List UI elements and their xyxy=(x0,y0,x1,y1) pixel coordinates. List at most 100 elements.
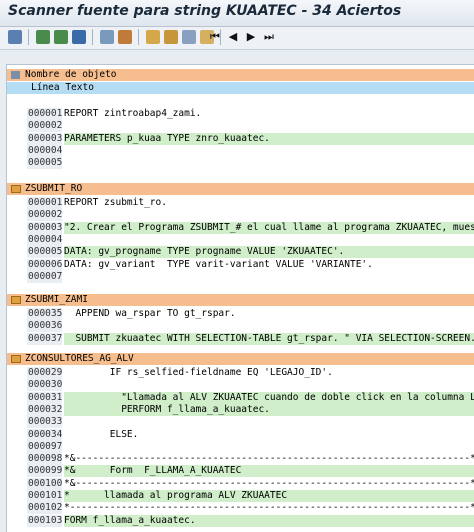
find-icon[interactable] xyxy=(100,30,114,44)
source-line[interactable]: 000002 xyxy=(27,120,474,133)
line-text: PARAMETERS p_kuaa TYPE znro_kuaatec. xyxy=(64,132,474,145)
source-line[interactable]: 000006 DATA: gv_variant TYPE varit-varian… xyxy=(27,258,474,271)
line-text xyxy=(64,144,474,157)
last-page-icon[interactable]: ⏭ xyxy=(262,30,276,44)
line-number: 000037 xyxy=(27,332,63,345)
line-number: 000099 xyxy=(27,465,63,478)
line-text: *& Form F_LLAMA_A_KUAATEC xyxy=(64,465,474,478)
line-text xyxy=(64,233,474,246)
source-line[interactable]: 000001 REPORT zsubmit_ro. xyxy=(27,197,474,209)
line-number: 000005 xyxy=(27,246,63,259)
choose-icon[interactable] xyxy=(8,30,22,44)
source-line[interactable]: 000007 xyxy=(27,270,474,283)
source-line[interactable]: 000002 xyxy=(27,209,474,222)
line-number: 000103 xyxy=(27,514,63,527)
source-line[interactable]: 000005 xyxy=(27,157,474,170)
line-text: ELSE. xyxy=(64,428,474,441)
line-number: 000004 xyxy=(27,144,63,157)
source-line[interactable]: 000100 *&--------------------------------… xyxy=(27,477,474,490)
previous-page-icon[interactable]: ◀ xyxy=(226,30,240,44)
line-text: *---------------------------------------… xyxy=(64,502,474,515)
select-all-icon[interactable] xyxy=(182,30,196,44)
first-page-icon[interactable]: ⏮ xyxy=(208,30,222,44)
program-name: ZSUBMI_ZAMI xyxy=(25,294,88,305)
folder-icon xyxy=(11,296,21,304)
line-text: *&--------------------------------------… xyxy=(64,477,474,490)
source-line[interactable]: 000004 xyxy=(27,233,474,246)
source-line[interactable]: 000102 *---------------------------------… xyxy=(27,502,474,515)
source-line[interactable]: 000003 "2. Crear el Programa ZSUBMIT_# el… xyxy=(27,221,474,234)
line-text xyxy=(64,416,474,429)
line-number: 000002 xyxy=(27,120,63,133)
program-header[interactable]: ZSUBMI_ZAMI xyxy=(7,294,474,306)
line-number: 000033 xyxy=(27,416,63,429)
source-line[interactable]: 000097 xyxy=(27,440,474,453)
line-text xyxy=(64,440,474,453)
source-line[interactable]: 000004 xyxy=(27,144,474,157)
line-text: "Llamada al ALV ZKUAATEC cuando de doble… xyxy=(64,391,474,404)
object-name-label: Nombre de objeto xyxy=(25,69,117,80)
line-number: 000006 xyxy=(27,258,63,271)
source-line[interactable]: 000098 *&--------------------------------… xyxy=(27,453,474,466)
program-header[interactable]: ZCONSULTORES_AG_ALV xyxy=(7,353,474,365)
line-number: 000004 xyxy=(27,233,63,246)
line-number: 000097 xyxy=(27,440,63,453)
expand-all-icon[interactable] xyxy=(11,71,20,79)
line-text: APPEND wa_rspar TO gt_rspar. xyxy=(64,308,474,320)
scanner-result-list: Nombre de objeto Línea Texto 000001 REPOR… xyxy=(6,64,474,532)
folder-icon xyxy=(11,185,21,193)
source-line[interactable]: 000035 APPEND wa_rspar TO gt_rspar. xyxy=(27,308,474,320)
line-number: 000100 xyxy=(27,477,63,490)
print-icon[interactable] xyxy=(118,30,132,44)
line-number: 000034 xyxy=(27,428,63,441)
sort-ascending-icon[interactable] xyxy=(36,30,50,44)
line-text: DATA: gv_variant TYPE varit-variant VALU… xyxy=(64,258,474,271)
line-text: REPORT zintroabap4_zami. xyxy=(64,108,474,120)
line-number: 000003 xyxy=(27,221,63,234)
source-line[interactable]: 000037 SUBMIT zkuaatec WITH SELECTION-TA… xyxy=(27,332,474,345)
source-line[interactable]: 000030 xyxy=(27,379,474,392)
source-line[interactable]: 000036 xyxy=(27,320,474,333)
sort-descending-icon[interactable] xyxy=(54,30,68,44)
line-number: 000030 xyxy=(27,379,63,392)
line-text: SUBMIT zkuaatec WITH SELECTION-TABLE gt_… xyxy=(64,332,474,345)
program-header[interactable]: ZSUBMIT_RO xyxy=(7,183,474,195)
export-icon[interactable] xyxy=(164,30,178,44)
line-text: FORM f_llama_a_kuaatec. xyxy=(64,514,474,527)
toolbar-separator xyxy=(92,29,93,45)
source-line[interactable]: 000001 REPORT zintroabap4_zami. xyxy=(27,108,474,120)
line-text: DATA: gv_progname TYPE progname VALUE 'Z… xyxy=(64,246,474,259)
next-page-icon[interactable]: ▶ xyxy=(244,30,258,44)
line-text: "2. Crear el Programa ZSUBMIT_# el cual … xyxy=(64,221,474,234)
source-line[interactable]: 000005 DATA: gv_progname TYPE progname VA… xyxy=(27,246,474,259)
line-number: 000001 xyxy=(27,197,63,209)
line-number: 000102 xyxy=(27,502,63,515)
line-number: 000035 xyxy=(27,308,63,320)
source-line[interactable]: 000031 "Llamada al ALV ZKUAATEC cuando d… xyxy=(27,391,474,404)
line-text-header: Línea Texto xyxy=(7,82,474,94)
line-number: 000001 xyxy=(27,108,63,120)
filter-icon[interactable] xyxy=(72,30,86,44)
line-number: 000031 xyxy=(27,391,63,404)
toolbar-separator xyxy=(28,29,29,45)
program-name: ZSUBMIT_RO xyxy=(25,183,83,194)
window-title: Scanner fuente para string KUAATEC - 34 … xyxy=(8,3,402,19)
line-text xyxy=(64,209,474,222)
line-text xyxy=(64,270,474,283)
source-line[interactable]: 000034 ELSE. xyxy=(27,428,474,441)
line-text xyxy=(64,379,474,392)
source-line[interactable]: 000029 IF rs_selfied-fieldname EQ 'LEGAJ… xyxy=(27,367,474,379)
source-line[interactable]: 000032 PERFORM f_llama_a_kuaatec. xyxy=(27,403,474,416)
line-text xyxy=(64,320,474,333)
source-line[interactable]: 000101 * llamada al programa ALV ZKUAATEC xyxy=(27,490,474,502)
source-line[interactable]: 000099 *& Form F_LLAMA_A_KUAATEC xyxy=(27,465,474,478)
line-text: * llamada al programa ALV ZKUAATEC xyxy=(64,490,474,502)
line-number: 000002 xyxy=(27,209,63,222)
layout-icon[interactable] xyxy=(146,30,160,44)
source-line[interactable]: 000103 FORM f_llama_a_kuaatec. xyxy=(27,514,474,527)
line-number: 000101 xyxy=(27,490,63,502)
source-line[interactable]: 000003 PARAMETERS p_kuaa TYPE znro_kuaate… xyxy=(27,132,474,145)
object-name-header: Nombre de objeto xyxy=(7,69,474,81)
source-line[interactable]: 000033 xyxy=(27,416,474,429)
toolbar-separator xyxy=(138,29,139,45)
